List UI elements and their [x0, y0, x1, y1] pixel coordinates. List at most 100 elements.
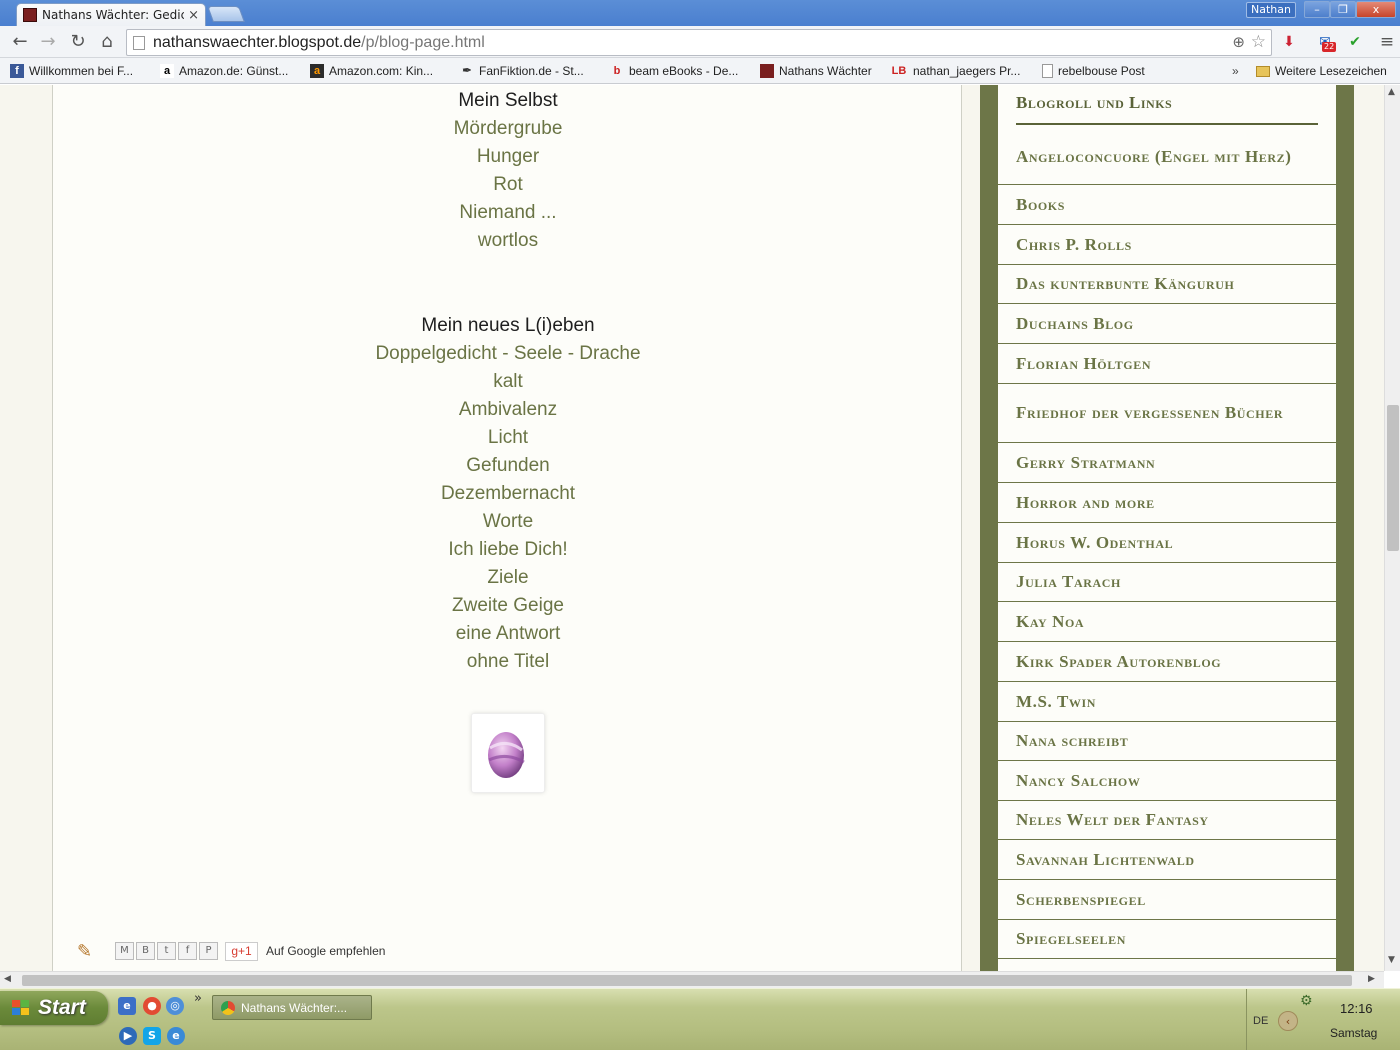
poem-link[interactable]: Worte: [53, 508, 963, 536]
scroll-down-arrow-icon[interactable]: ▼: [1388, 955, 1395, 965]
bookmark-item[interactable]: b beam eBooks - De...: [610, 62, 739, 80]
blogroll-link[interactable]: Gerry Stratmann: [998, 443, 1336, 483]
url-host: nathanswaechter.blogspot.de: [153, 33, 362, 51]
new-tab-button[interactable]: [207, 6, 245, 22]
share-email-button[interactable]: M: [115, 942, 134, 960]
site-favicon-icon: [23, 8, 37, 22]
poem-link[interactable]: Ziele: [53, 564, 963, 592]
poem-link[interactable]: Ich liebe Dich!: [53, 536, 963, 564]
poem-link[interactable]: Niemand ...: [53, 199, 963, 227]
poem-link[interactable]: Zweite Geige: [53, 592, 963, 620]
close-window-button[interactable]: x: [1356, 1, 1396, 18]
bookmark-item[interactable]: f Willkommen bei F...: [10, 62, 133, 80]
poem-link[interactable]: Hunger: [53, 143, 963, 171]
blogroll-link[interactable]: Horus W. Odenthal: [998, 523, 1336, 563]
zoom-icon[interactable]: ⊕: [1232, 33, 1245, 51]
chrome-quicklaunch-icon[interactable]: ●: [143, 997, 161, 1015]
poem-link[interactable]: ohne Titel: [53, 648, 963, 676]
blogroll-link[interactable]: Chris P. Rolls: [998, 225, 1336, 265]
vertical-scrollbar[interactable]: ▲ ▼: [1384, 85, 1400, 971]
address-bar[interactable]: nathanswaechter.blogspot.de/p/blog-page.…: [126, 29, 1272, 56]
google-plus-one-button[interactable]: g+1: [225, 942, 258, 961]
poem-link[interactable]: Ambivalenz: [53, 396, 963, 424]
blogroll-link[interactable]: Julia Tarach: [998, 563, 1336, 602]
poem-link[interactable]: Dezembernacht: [53, 480, 963, 508]
tab-close-icon[interactable]: ×: [188, 8, 199, 23]
clock-time[interactable]: 12:16: [1340, 1001, 1373, 1016]
horizontal-scroll-thumb[interactable]: [22, 975, 1352, 986]
tray-expand-arrow-icon[interactable]: ‹: [1278, 1011, 1298, 1031]
blogroll-link[interactable]: Spiegelseelen: [998, 920, 1336, 959]
share-facebook-button[interactable]: f: [178, 942, 197, 960]
blogroll-link[interactable]: Savannah Lichtenwald: [998, 840, 1336, 880]
skype-quicklaunch-icon[interactable]: S: [143, 1027, 161, 1045]
blogroll-link[interactable]: Nana schreibt: [998, 722, 1336, 761]
pencil-edit-icon[interactable]: ✎: [77, 941, 92, 962]
reload-icon[interactable]: ↻: [66, 30, 90, 54]
profile-user-button[interactable]: Nathan: [1246, 2, 1296, 18]
bookmark-item[interactable]: Nathans Wächter: [760, 62, 872, 80]
share-twitter-button[interactable]: t: [157, 942, 176, 960]
scroll-right-arrow-icon[interactable]: ▶: [1368, 974, 1375, 984]
blogroll-link[interactable]: Florian Höltgen: [998, 344, 1336, 384]
poem-link[interactable]: wortlos: [53, 227, 963, 255]
scroll-up-arrow-icon[interactable]: ▲: [1388, 87, 1395, 97]
taskbar-window-button[interactable]: Nathans Wächter:...: [212, 995, 372, 1020]
share-blogger-button[interactable]: B: [136, 942, 155, 960]
tab-title: Nathans Wächter: Gedic: [42, 8, 185, 22]
browser-tab-active[interactable]: Nathans Wächter: Gedic ×: [16, 3, 206, 26]
quicklaunch-overflow-button[interactable]: »: [194, 991, 202, 1006]
menu-icon[interactable]: ≡: [1376, 31, 1398, 53]
bookmark-label: Willkommen bei F...: [29, 64, 134, 78]
poem-link[interactable]: Gefunden: [53, 452, 963, 480]
language-indicator[interactable]: DE: [1253, 1015, 1268, 1027]
shield-extension-icon[interactable]: ✔: [1344, 31, 1366, 53]
maximize-button[interactable]: ❐: [1330, 1, 1356, 18]
explorer-quicklaunch-icon[interactable]: e: [118, 997, 136, 1015]
blogroll-link[interactable]: Kirk Spader Autorenblog: [998, 642, 1336, 682]
bookmark-item[interactable]: ✒ FanFiktion.de - St...: [460, 62, 583, 80]
blogroll-link[interactable]: Nancy Salchow: [998, 761, 1336, 801]
blogroll-link[interactable]: Horror and more: [998, 483, 1336, 523]
poem-link[interactable]: Licht: [53, 424, 963, 452]
bookmark-star-icon[interactable]: ☆: [1251, 32, 1266, 52]
bookmark-item[interactable]: a Amazon.de: Günst...: [160, 62, 288, 80]
browser-titlebar: Nathans Wächter: Gedic × Nathan – ❐ x: [0, 0, 1400, 26]
bookmark-item[interactable]: rebelbouse Post: [1042, 62, 1145, 80]
internet-explorer-quicklaunch-icon[interactable]: e: [167, 1027, 185, 1045]
network-tray-icon[interactable]: ⚙: [1300, 993, 1313, 1009]
bookmarks-folder[interactable]: Weitere Lesezeichen: [1256, 62, 1387, 80]
poem-link[interactable]: kalt: [53, 368, 963, 396]
poem-link[interactable]: Rot: [53, 171, 963, 199]
easter-egg-image[interactable]: [471, 713, 545, 793]
forward-arrow-icon[interactable]: →: [36, 30, 60, 54]
start-button[interactable]: Start: [0, 991, 108, 1025]
poem-link[interactable]: Mördergrube: [53, 115, 963, 143]
blogroll-link[interactable]: Books: [998, 185, 1336, 225]
blogroll-link[interactable]: Scherbenspiegel: [998, 880, 1336, 920]
blogroll-link[interactable]: Kay Noa: [998, 602, 1336, 642]
poem-link[interactable]: Doppelgedicht - Seele - Drache: [53, 340, 963, 368]
scroll-left-arrow-icon[interactable]: ◀: [4, 974, 11, 984]
media-player-quicklaunch-icon[interactable]: ▶: [119, 1027, 137, 1045]
globe-quicklaunch-icon[interactable]: ◎: [166, 997, 184, 1015]
download-extension-icon[interactable]: ⬇: [1278, 31, 1300, 53]
blogroll-link[interactable]: Das kunterbunte Känguruh: [998, 265, 1336, 304]
blogroll-link[interactable]: Angeloconcuore (Engel mit Herz): [998, 129, 1336, 185]
blogroll-link[interactable]: Neles Welt der Fantasy: [998, 801, 1336, 840]
blogroll-link[interactable]: Duchains Blog: [998, 304, 1336, 344]
bookmark-item[interactable]: a Amazon.com: Kin...: [310, 62, 433, 80]
bookmarks-overflow-button[interactable]: »: [1232, 62, 1239, 80]
poem-link[interactable]: eine Antwort: [53, 620, 963, 648]
share-pinterest-button[interactable]: P: [199, 942, 218, 960]
minimize-button[interactable]: –: [1304, 1, 1330, 18]
vertical-scroll-thumb[interactable]: [1387, 405, 1399, 551]
home-icon[interactable]: ⌂: [95, 30, 119, 54]
blogroll-link[interactable]: M.S. Twin: [998, 682, 1336, 722]
bookmark-item[interactable]: LB nathan_jaegers Pr...: [890, 62, 1021, 80]
horizontal-scrollbar[interactable]: ◀ ▶: [0, 971, 1384, 988]
blogroll-link[interactable]: Friedhof der vergessenen Bücher: [998, 384, 1336, 443]
address-url[interactable]: nathanswaechter.blogspot.de/p/blog-page.…: [153, 34, 485, 52]
back-arrow-icon[interactable]: ←: [8, 30, 32, 54]
mail-extension-icon[interactable]: ✉22: [1314, 31, 1337, 53]
